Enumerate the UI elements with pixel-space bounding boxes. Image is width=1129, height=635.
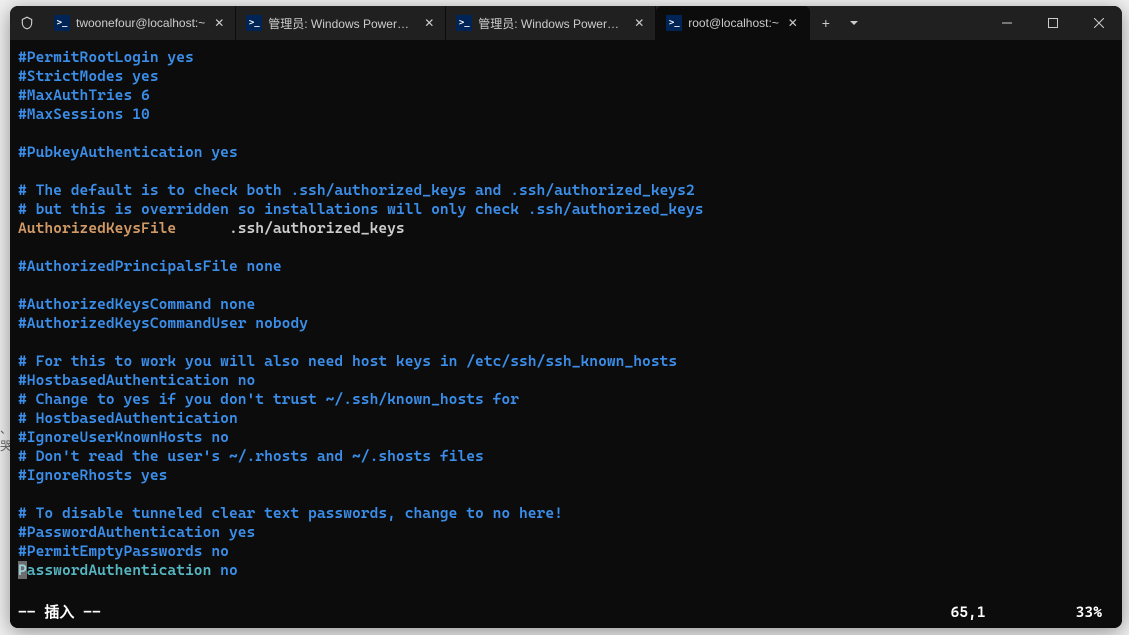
tab-label: 管理员: Windows PowerShell: [478, 15, 625, 32]
close-icon[interactable]: ✕: [785, 15, 801, 31]
comment-line: # For this to work you will also need ho…: [18, 352, 677, 370]
tab-label: 管理员: Windows PowerShell: [268, 15, 415, 32]
config-line: #StrictModes yes: [18, 67, 159, 85]
terminal-content[interactable]: #PermitRootLogin yes #StrictModes yes #M…: [10, 40, 1122, 628]
powershell-icon: >_: [666, 15, 682, 31]
new-tab-button[interactable]: +: [810, 6, 842, 40]
terminal-window: >_ twoonefour@localhost:~ ✕ >_ 管理员: Wind…: [10, 6, 1122, 628]
shield-icon: [10, 6, 44, 40]
config-value: .ssh/authorized_keys: [176, 219, 405, 237]
config-line: #IgnoreRhosts yes: [18, 466, 167, 484]
config-line: #MaxAuthTries 6: [18, 86, 150, 104]
vim-statusline: -- 插入 -- 65,1 33%: [18, 603, 1114, 622]
config-line: #PermitEmptyPasswords no: [18, 542, 229, 560]
config-key: PasswordAuthentication: [18, 561, 211, 579]
config-line: #PubkeyAuthentication yes: [18, 143, 238, 161]
vim-mode: -- 插入 --: [18, 603, 950, 622]
tab-label: root@localhost:~: [688, 16, 779, 30]
config-line: #HostbasedAuthentication no: [18, 371, 255, 389]
comment-line: # To disable tunneled clear text passwor…: [18, 504, 563, 522]
comment-line: # Change to yes if you don't trust ~/.ss…: [18, 390, 519, 408]
powershell-icon: >_: [54, 15, 70, 31]
titlebar-left: >_ twoonefour@localhost:~ ✕ >_ 管理员: Wind…: [10, 6, 984, 40]
comment-line: # The default is to check both .ssh/auth…: [18, 181, 695, 199]
comment-line: # HostbasedAuthentication: [18, 409, 238, 427]
maximize-button[interactable]: [1030, 6, 1076, 40]
powershell-icon: >_: [246, 15, 262, 31]
comment-line: # Don't read the user's ~/.rhosts and ~/…: [18, 447, 484, 465]
window-controls: [984, 6, 1122, 40]
close-icon[interactable]: ✕: [631, 15, 647, 31]
config-line: #AuthorizedKeysCommand none: [18, 295, 255, 313]
tab-3[interactable]: >_ 管理员: Windows PowerShell ✕: [446, 6, 656, 40]
close-icon[interactable]: ✕: [211, 15, 227, 31]
titlebar: >_ twoonefour@localhost:~ ✕ >_ 管理员: Wind…: [10, 6, 1122, 40]
config-line: #PasswordAuthentication yes: [18, 523, 255, 541]
minimize-button[interactable]: [984, 6, 1030, 40]
config-line: #MaxSessions 10: [18, 105, 150, 123]
config-line: #IgnoreUserKnownHosts no: [18, 428, 229, 446]
close-icon[interactable]: ✕: [421, 15, 437, 31]
powershell-icon: >_: [456, 15, 472, 31]
config-value: no: [211, 561, 237, 579]
scroll-percent: 33%: [1076, 603, 1102, 622]
config-line: #AuthorizedKeysCommandUser nobody: [18, 314, 308, 332]
cursor-position: 65,1: [950, 603, 985, 622]
comment-line: # but this is overridden so installation…: [18, 200, 704, 218]
tab-4-active[interactable]: >_ root@localhost:~ ✕: [656, 6, 810, 40]
tab-2[interactable]: >_ 管理员: Windows PowerShell ✕: [236, 6, 446, 40]
tab-1[interactable]: >_ twoonefour@localhost:~ ✕: [44, 6, 236, 40]
cursor: [18, 561, 27, 579]
config-line: #PermitRootLogin yes: [18, 48, 194, 66]
config-line: #AuthorizedPrincipalsFile none: [18, 257, 282, 275]
config-key: AuthorizedKeysFile: [18, 219, 176, 237]
close-window-button[interactable]: [1076, 6, 1122, 40]
tab-label: twoonefour@localhost:~: [76, 16, 205, 30]
background-artifact: 、哭: [0, 420, 10, 454]
tab-dropdown-button[interactable]: [842, 6, 866, 40]
